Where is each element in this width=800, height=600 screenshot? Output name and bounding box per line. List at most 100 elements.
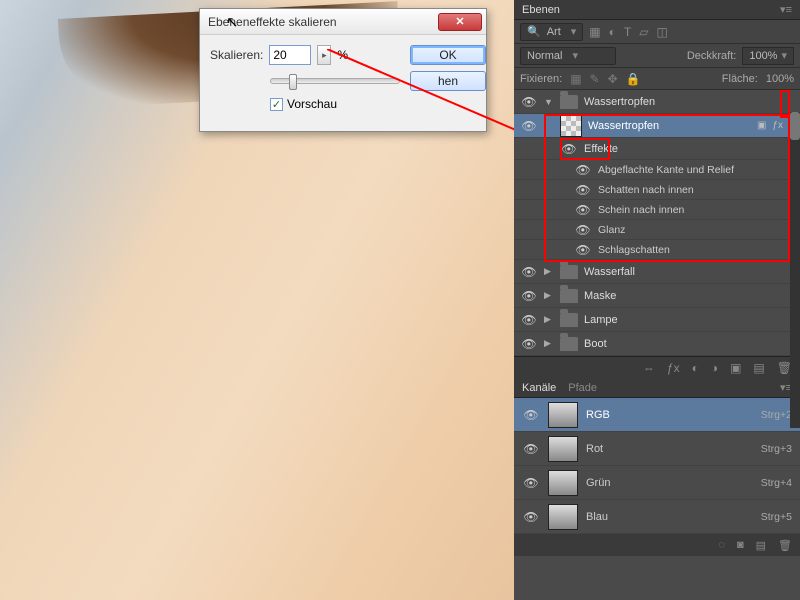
effect-bevel[interactable]: 👁Abgeflachte Kante und Relief xyxy=(514,160,800,180)
scrollbar-thumb[interactable] xyxy=(790,112,800,140)
scale-label: Skalieren: xyxy=(210,48,263,62)
new-channel-icon[interactable]: ▤ xyxy=(756,539,766,552)
visibility-icon[interactable]: 👁 xyxy=(574,243,592,257)
visibility-icon[interactable]: 👁 xyxy=(520,265,538,279)
layer-group[interactable]: 👁 ▼ Wassertropfen xyxy=(514,90,800,114)
chevron-right-icon[interactable]: ▶ xyxy=(544,338,554,349)
link-layers-icon[interactable]: ⇔ xyxy=(643,361,655,375)
fill-label: Fläche: xyxy=(722,73,758,85)
effect-inner-glow[interactable]: 👁Schein nach innen xyxy=(514,200,800,220)
adjustment-icon[interactable]: ◑ xyxy=(711,361,718,375)
blend-mode-select[interactable]: Normal xyxy=(520,47,616,65)
filter-type-icon[interactable]: T xyxy=(624,25,631,39)
channels-tab[interactable]: Kanäle xyxy=(522,382,556,394)
visibility-icon[interactable]: 👁 xyxy=(560,142,578,156)
chevron-right-icon[interactable]: ▶ xyxy=(544,290,554,301)
lock-brush-icon[interactable]: ✎ xyxy=(590,72,600,86)
layer-group[interactable]: 👁▶Maske xyxy=(514,284,800,308)
layer-thumb xyxy=(560,115,582,137)
channel-green[interactable]: 👁GrünStrg+4 xyxy=(514,466,800,500)
opacity-input[interactable]: 100% xyxy=(742,47,794,65)
channel-thumb xyxy=(548,504,578,530)
scale-effects-dialog: ↖ Ebeneneffekte skalieren ✕ Skalieren: ▸… xyxy=(199,8,487,132)
lock-pixels-icon[interactable]: ▦ xyxy=(570,72,581,86)
fx-icon[interactable]: ƒx xyxy=(667,361,680,375)
cancel-button[interactable]: hen xyxy=(410,71,486,91)
mask-icon[interactable]: ◐ xyxy=(692,361,699,375)
chevron-right-icon[interactable]: ▶ xyxy=(544,266,554,277)
close-icon: ✕ xyxy=(455,15,464,28)
visibility-icon[interactable]: 👁 xyxy=(522,510,540,524)
folder-icon xyxy=(560,95,578,109)
filter-adjust-icon[interactable]: ◐ xyxy=(609,25,616,39)
scale-spinner[interactable]: ▸ xyxy=(317,45,331,65)
visibility-icon[interactable]: 👁 xyxy=(520,95,538,109)
channels-footer: ◌ ◙ ▤ 🗑 xyxy=(514,534,800,556)
fill-input[interactable]: 100% xyxy=(766,73,794,85)
percent-label: % xyxy=(337,48,348,62)
panel-menu-icon[interactable]: ▾≡ xyxy=(780,3,792,16)
lock-move-icon[interactable]: ✥ xyxy=(608,72,618,86)
close-button[interactable]: ✕ xyxy=(438,13,482,31)
chevron-down-icon[interactable]: ▼ xyxy=(544,97,554,107)
layer-list[interactable]: 👁 ▼ Wassertropfen 👁 Wassertropfen ▣ƒx▴ 👁… xyxy=(514,90,800,356)
filter-kind-select[interactable]: 🔍Art xyxy=(520,23,583,41)
folder-icon xyxy=(560,337,578,351)
group-icon[interactable]: ▣ xyxy=(730,361,741,375)
effects-header[interactable]: 👁 Effekte xyxy=(514,138,800,160)
folder-icon xyxy=(560,289,578,303)
channel-blue[interactable]: 👁BlauStrg+5 xyxy=(514,500,800,534)
visibility-icon[interactable]: 👁 xyxy=(574,203,592,217)
visibility-icon[interactable]: 👁 xyxy=(520,289,538,303)
channels-panel: Kanäle Pfade ▾≡ 👁RGBStrg+2 👁RotStrg+3 👁G… xyxy=(514,378,800,556)
visibility-icon[interactable]: 👁 xyxy=(574,163,592,177)
save-selection-icon[interactable]: ◙ xyxy=(737,539,744,551)
visibility-icon[interactable]: 👁 xyxy=(520,313,538,327)
channel-thumb xyxy=(548,470,578,496)
channel-rgb[interactable]: 👁RGBStrg+2 xyxy=(514,398,800,432)
visibility-icon[interactable]: 👁 xyxy=(520,119,538,133)
channel-red[interactable]: 👁RotStrg+3 xyxy=(514,432,800,466)
visibility-icon[interactable]: 👁 xyxy=(574,223,592,237)
layers-scrollbar[interactable] xyxy=(790,112,800,428)
ok-button[interactable]: OK xyxy=(410,45,486,65)
preview-label: Vorschau xyxy=(287,97,337,111)
slider-thumb[interactable] xyxy=(289,74,297,90)
folder-icon xyxy=(560,265,578,279)
layers-tab[interactable]: Ebenen xyxy=(522,4,560,16)
lock-all-icon[interactable]: 🔒 xyxy=(626,72,641,86)
opacity-label: Deckkraft: xyxy=(687,50,737,62)
visibility-icon[interactable]: 👁 xyxy=(522,476,540,490)
fx-badge[interactable]: ƒx xyxy=(772,120,783,131)
layer-selected[interactable]: 👁 Wassertropfen ▣ƒx▴ xyxy=(514,114,800,138)
filter-pixel-icon[interactable]: ▦ xyxy=(589,25,600,39)
visibility-icon[interactable]: 👁 xyxy=(522,408,540,422)
filter-shape-icon[interactable]: ▱ xyxy=(639,25,648,39)
channel-thumb xyxy=(548,436,578,462)
load-selection-icon[interactable]: ◌ xyxy=(718,539,725,551)
folder-icon xyxy=(560,313,578,327)
filter-smart-icon[interactable]: ◫ xyxy=(656,25,667,39)
visibility-icon[interactable]: 👁 xyxy=(522,442,540,456)
paths-tab[interactable]: Pfade xyxy=(568,382,597,394)
scale-input[interactable] xyxy=(269,45,311,65)
visibility-icon[interactable]: 👁 xyxy=(574,183,592,197)
dialog-title: Ebeneneffekte skalieren xyxy=(208,15,438,29)
effect-satin[interactable]: 👁Glanz xyxy=(514,220,800,240)
layers-footer: ⇔ ƒx ◐ ◑ ▣ ▤ 🗑 xyxy=(514,356,800,378)
preview-checkbox[interactable]: ✓ xyxy=(270,98,283,111)
channel-thumb xyxy=(548,402,578,428)
visibility-icon[interactable]: 👁 xyxy=(520,337,538,351)
new-layer-icon[interactable]: ▤ xyxy=(753,361,764,375)
scale-slider[interactable] xyxy=(270,78,400,84)
effect-drop-shadow[interactable]: 👁Schlagschatten xyxy=(514,240,800,260)
layers-panel-header: Ebenen ▾≡ xyxy=(514,0,800,20)
chevron-right-icon[interactable]: ▶ xyxy=(544,314,554,325)
trash-icon[interactable]: 🗑 xyxy=(778,539,792,552)
layer-group[interactable]: 👁▶Boot xyxy=(514,332,800,356)
layer-group[interactable]: 👁▶Wasserfall xyxy=(514,260,800,284)
layer-group[interactable]: 👁▶Lampe xyxy=(514,308,800,332)
panels-dock: Ebenen ▾≡ 🔍Art ▦ ◐ T ▱ ◫ Normal Deckkraf… xyxy=(514,0,800,600)
link-icon[interactable]: ▣ xyxy=(757,120,766,131)
effect-inner-shadow[interactable]: 👁Schatten nach innen xyxy=(514,180,800,200)
